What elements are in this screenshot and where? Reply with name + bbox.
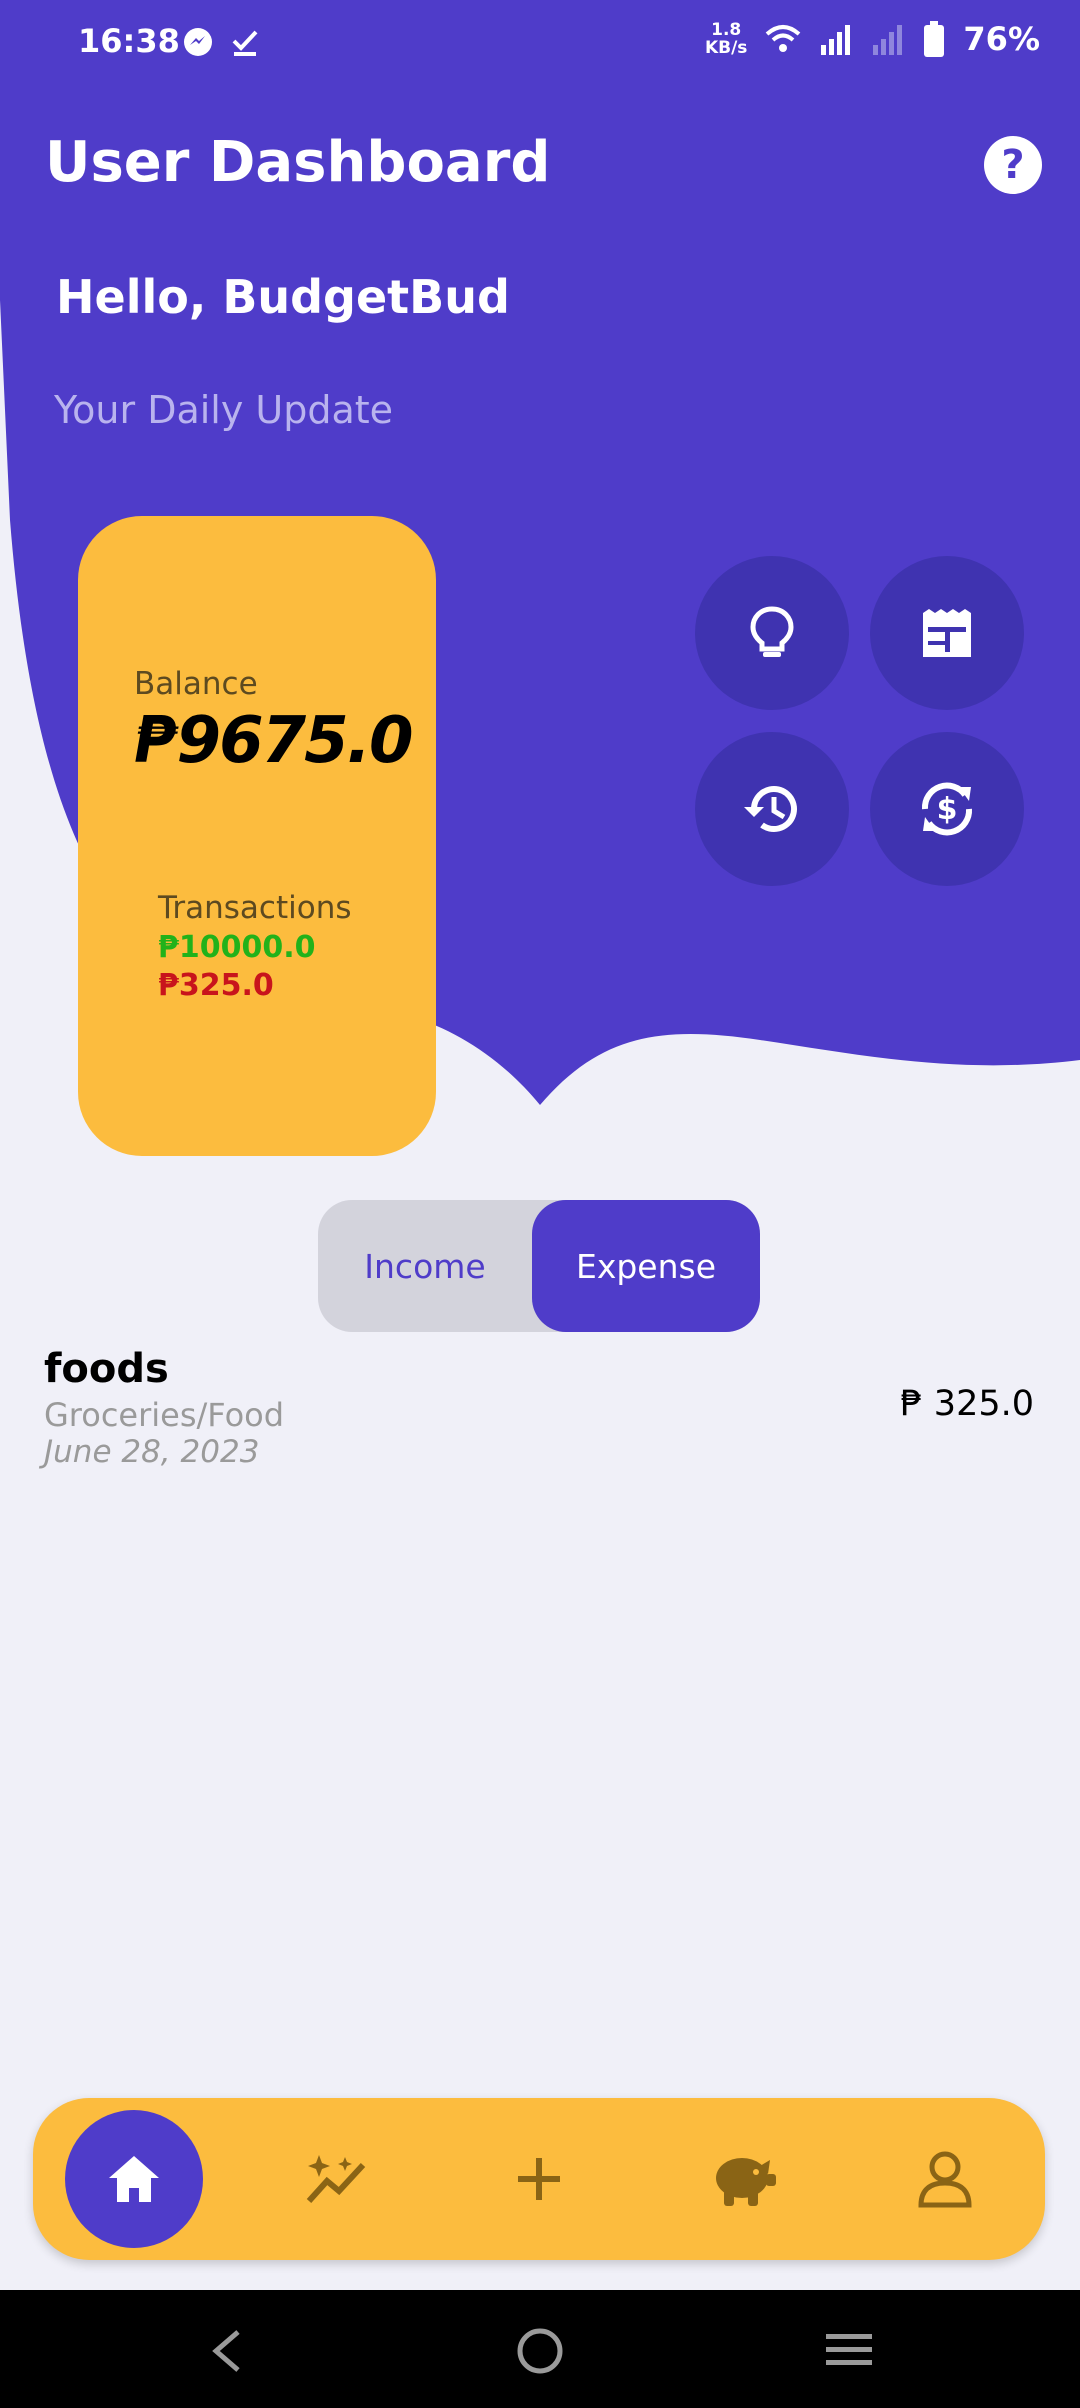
network-speed: 1.8 KB/s: [705, 21, 747, 57]
transaction-category: Groceries/Food: [44, 1396, 285, 1434]
currency-exchange-icon: $: [921, 782, 973, 836]
daily-update-subtitle: Your Daily Update: [54, 388, 394, 432]
notification-icons: [182, 26, 260, 58]
battery-percent: 76%: [963, 20, 1040, 58]
task-done-icon: [232, 30, 258, 56]
transaction-item[interactable]: foods Groceries/Food June 28, 2023 ₱ 325…: [44, 1340, 1034, 1470]
transaction-name: foods: [44, 1346, 169, 1392]
transactions-label: Transactions: [158, 890, 352, 926]
page-title: User Dashboard: [45, 130, 551, 195]
transaction-type-toggle: Income Expense: [318, 1200, 760, 1332]
wifi-icon: [766, 25, 801, 52]
nav-savings[interactable]: [673, 2098, 813, 2260]
signal-weak-icon: [873, 25, 903, 55]
battery-icon: [924, 21, 945, 57]
net-speed-unit: KB/s: [704, 38, 748, 58]
balance-amount: ₱9675.0: [134, 704, 413, 778]
help-circle-icon: ?: [1001, 142, 1025, 188]
insights-icon: [306, 2155, 366, 2204]
balance-label: Balance: [134, 666, 258, 702]
status-time: 16:38: [78, 22, 180, 60]
system-navigation-bar: [0, 2290, 1080, 2408]
history-icon: [744, 786, 797, 832]
bottom-navigation: [33, 2098, 1045, 2260]
transaction-date: June 28, 2023: [44, 1434, 260, 1470]
transaction-amount: ₱ 325.0: [900, 1384, 1034, 1424]
nav-profile[interactable]: [875, 2098, 1015, 2260]
help-button[interactable]: ?: [984, 136, 1042, 194]
income-total: ₱10000.0: [158, 930, 316, 965]
tips-button[interactable]: [695, 556, 849, 710]
svg-text:$: $: [937, 792, 958, 827]
nav-add[interactable]: [469, 2098, 609, 2260]
savings-icon: [716, 2158, 776, 2206]
back-icon[interactable]: [208, 2328, 244, 2374]
greeting-text: Hello, BudgetBud: [56, 270, 510, 324]
budget-button[interactable]: [870, 556, 1024, 710]
add-icon: [518, 2158, 560, 2200]
nav-insights[interactable]: [267, 2098, 407, 2260]
home-icon: [109, 2156, 159, 2202]
income-tab[interactable]: Income: [318, 1200, 532, 1332]
net-speed-value: 1.8: [711, 20, 742, 40]
expense-total: ₱325.0: [158, 968, 274, 1003]
status-right: 1.8 KB/s 76%: [705, 20, 1040, 58]
signal-icon: [821, 25, 851, 55]
messenger-icon: [184, 28, 212, 56]
receipt-icon: [923, 609, 971, 657]
history-button[interactable]: [695, 732, 849, 886]
balance-card: Balance ₱9675.0 Transactions ₱10000.0 ₱3…: [78, 516, 436, 1156]
nav-home[interactable]: [65, 2110, 203, 2248]
status-bar: 16:38 1.8 KB/s 76%: [0, 0, 1080, 90]
expense-tab[interactable]: Expense: [532, 1200, 760, 1332]
lightbulb-icon: [750, 606, 794, 657]
home-circle-icon[interactable]: [515, 2326, 565, 2376]
profile-icon: [918, 2151, 972, 2208]
recents-menu-icon[interactable]: [824, 2330, 874, 2370]
currency-converter-button[interactable]: $: [870, 732, 1024, 886]
